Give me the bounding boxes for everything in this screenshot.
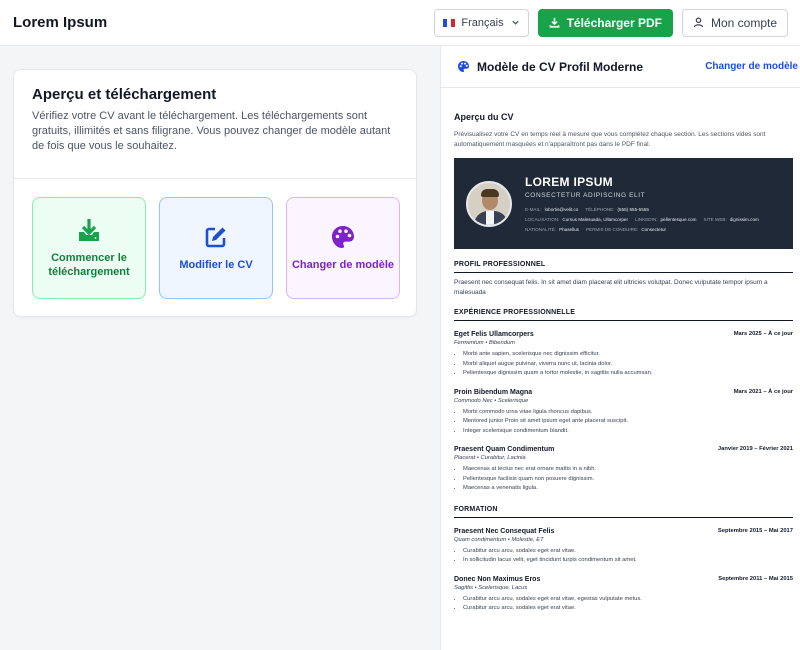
education-entry: Praesent Nec Consequat Felis Septembre 20…: [454, 528, 793, 566]
section-heading: PROFIL PROFESSIONNEL: [454, 261, 793, 273]
contact-row: Localisation: Cursus Malesuada, Ullamcorp…: [525, 217, 766, 222]
resume-identity: LOREM IPSUM CONSECTETUR ADIPISCING ELIT …: [525, 175, 766, 232]
contact-row: E-mail: lobortis@velit.co Téléphone: (555)…: [525, 207, 766, 212]
edit-cv-label: Modifier le CV: [179, 259, 253, 271]
start-download-label: Commencer le téléchargement: [48, 252, 130, 278]
user-icon: [693, 17, 704, 28]
experience-entry: Proin Bibendum Magna Mars 2021 – À ce jou…: [454, 389, 793, 437]
change-template-link[interactable]: Changer de modèle: [705, 61, 798, 72]
start-download-tile[interactable]: Commencer le téléchargement: [32, 197, 146, 299]
experience-entry: Eget Felis Ullamcorpers Mars 2025 – À ce …: [454, 331, 793, 379]
list-item: Morbi ante sapien, scelerisque nec digni…: [463, 350, 793, 360]
contact-key: Localisation:: [525, 217, 560, 222]
cv-preview: Aperçu du CV Prévisualisez votre CV en t…: [441, 112, 800, 614]
card-title: Aperçu et téléchargement: [32, 86, 217, 103]
contact-value: dignissim.com: [729, 217, 759, 222]
list-item: Integer scelerisque condimentum blandit.: [463, 427, 793, 437]
contact-key: E-mail:: [525, 207, 542, 212]
preview-panel: Modèle de CV Profil Moderne Changer de m…: [440, 46, 800, 650]
profile-text: Praesent nec consequat felis. In sit ame…: [454, 279, 768, 296]
resume-subtitle: CONSECTETUR ADIPISCING ELIT: [525, 192, 646, 199]
contact-key: Téléphone:: [585, 207, 615, 212]
download-pdf-label: Télécharger PDF: [566, 15, 662, 30]
entry-company: Commodo Nec • Scelerisque: [454, 397, 529, 404]
contact-key: Nationalité:: [525, 227, 557, 232]
contact-value: Consectetur: [641, 227, 667, 232]
palette-icon: [458, 61, 469, 72]
entry-date: Septembre 2015 – Mai 2017: [717, 527, 793, 534]
profile-photo: [466, 180, 512, 227]
contact-key: LinkedIn:: [635, 217, 658, 222]
brand-name[interactable]: Lorem Ipsum: [13, 14, 425, 31]
entry-company: Sagittis • Scelerisque, Lacus: [454, 584, 528, 591]
entry-date: Septembre 2011 – Mai 2015: [718, 575, 793, 582]
action-tiles: Commencer le téléchargement Modifier le …: [14, 179, 416, 299]
section-heading: EXPÉRIENCE PROFESSIONNELLE: [454, 309, 793, 321]
contact-value: (555) 555-5555: [617, 207, 649, 212]
contact-row: Nationalité: Phasellus Permis de conduire…: [525, 227, 766, 232]
change-template-label: Changer de modèle: [291, 259, 395, 271]
preview-description: Prévisualisez votre CV en temps réel à m…: [454, 131, 766, 148]
list-item: Curabitur arcu arcu, sodales eget erat v…: [463, 547, 793, 557]
section-heading: FORMATION: [454, 506, 793, 518]
entry-date: Janvier 2019 – Février 2021: [717, 446, 793, 452]
contact-value: pellentesque.com: [660, 217, 697, 222]
entry-title: Donec Non Maximus Eros: [454, 575, 541, 583]
card-header: Aperçu et téléchargement Vérifiez votre …: [14, 70, 416, 179]
entry-title: Praesent Nec Consequat Felis: [454, 527, 555, 535]
list-item: Pellentesque facilisis quam non posuere …: [463, 475, 793, 485]
account-label: Mon compte: [710, 15, 777, 30]
panel-header: Modèle de CV Profil Moderne Changer de m…: [441, 46, 800, 88]
card-description: Vérifiez votre CV avant le téléchargemen…: [32, 110, 391, 152]
entry-title: Proin Bibendum Magna: [454, 388, 533, 396]
list-item: Maecenas at lectus nec erat ornare matti…: [463, 465, 793, 475]
french-flag-icon: [443, 18, 456, 27]
list-item: In sollicitudin lacus velit, eget tincid…: [463, 556, 793, 566]
palette-icon: [332, 226, 354, 248]
contact-value: lobortis@velit.co: [544, 207, 579, 212]
entry-company: Fermentum • Bibendum: [454, 340, 515, 346]
list-item: Mentored junior Proin sit amet ipsum ege…: [463, 417, 793, 427]
resume-header: LOREM IPSUM CONSECTETUR ADIPISCING ELIT …: [454, 158, 793, 249]
download-icon: [79, 219, 99, 241]
list-item: Curabitur arcu arcu, sodales eget erat v…: [463, 604, 793, 614]
contact-key: Permis de conduire:: [585, 227, 639, 232]
language-select[interactable]: Français: [434, 8, 529, 37]
entry-date: Mars 2021 – À ce jour: [733, 388, 793, 395]
education-entry: Donec Non Maximus Eros Septembre 2011 – M…: [454, 576, 793, 614]
edit-icon: [205, 227, 226, 248]
preview-title: Aperçu du CV: [454, 112, 514, 122]
chevron-down-icon: [511, 18, 520, 27]
entry-title: Praesent Quam Condimentum: [454, 446, 555, 453]
template-name: Modèle de CV Profil Moderne: [477, 59, 644, 74]
contact-key: Site Web:: [703, 217, 727, 222]
preview-download-card: Aperçu et téléchargement Vérifiez votre …: [13, 69, 417, 317]
change-template-tile[interactable]: Changer de modèle: [286, 197, 400, 299]
top-bar: Lorem Ipsum Français Télécharger PDF Mon…: [0, 0, 800, 46]
account-button[interactable]: Mon compte: [681, 8, 788, 37]
list-item: Pellentesque dignissim quam a tortor mol…: [463, 369, 793, 379]
list-item: Maecenas a venenatis ligula.: [463, 484, 793, 494]
list-item: Curabitur arcu arcu, sodales eget erat v…: [463, 595, 793, 605]
list-item: Morbi aliquet augue pulvinar, viverra nu…: [463, 360, 793, 370]
edit-cv-tile[interactable]: Modifier le CV: [159, 197, 273, 299]
language-label: Français: [461, 16, 504, 29]
contact-value: Phasellus: [559, 227, 579, 232]
contact-value: Cursus Malesuada, Ullamcorper: [562, 217, 629, 222]
download-icon: [549, 17, 560, 28]
list-item: Morbi commodo urna vitae ligula rhoncus …: [463, 408, 793, 418]
entry-company: Quam condimentum • Molestie, ET: [454, 536, 544, 543]
download-pdf-button[interactable]: Télécharger PDF: [537, 8, 673, 37]
entry-date: Mars 2025 – À ce jour: [733, 331, 793, 337]
resume-name: LOREM IPSUM: [525, 175, 613, 189]
experience-entry: Praesent Quam Condimentum Janvier 2019 – …: [454, 446, 793, 494]
entry-company: Placerat • Curabitur, Lacinia: [454, 455, 526, 461]
entry-title: Eget Felis Ullamcorpers: [454, 331, 534, 338]
